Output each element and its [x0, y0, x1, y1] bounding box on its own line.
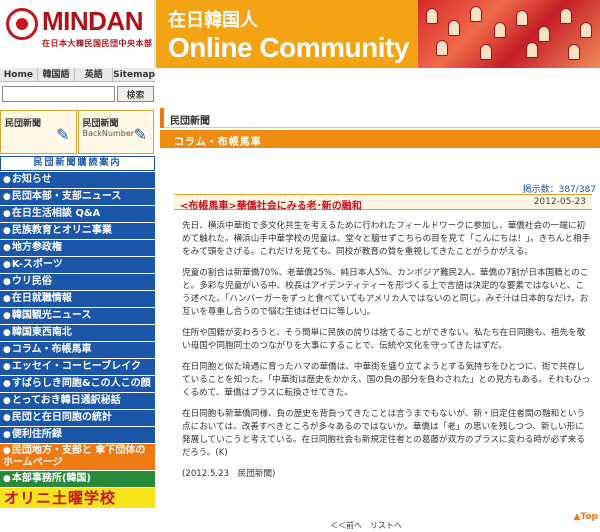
article-date: 2012-05-23: [533, 197, 586, 207]
header-banner: 在日韓国人 Online Community: [156, 0, 600, 68]
fan-figure: [526, 42, 538, 58]
fan-figure: [448, 20, 460, 36]
nav-home[interactable]: Home: [0, 68, 38, 81]
sidebar-item-people[interactable]: すばらしき同胞&この人この顔: [0, 376, 155, 392]
search-bar: 検索: [2, 86, 154, 102]
sidebar-item-branch-news[interactable]: 民団本部・支部ニュース: [0, 189, 155, 205]
fan-figure: [470, 6, 482, 22]
nav-sitemap[interactable]: Sitemap: [113, 68, 155, 81]
nav-korean[interactable]: 韓国語: [38, 68, 76, 81]
fan-figure: [494, 22, 506, 38]
reader-icon: ✎: [133, 125, 147, 144]
article-title: <布帳馬車>華僑社会にみる老･新の融和: [180, 201, 362, 212]
search-input[interactable]: [2, 86, 115, 102]
fan-figure: [568, 44, 580, 60]
sidebar-menu: お知らせ 民団本部・支部ニュース 在日生活相談 Q&A 民族教育とオリニ事業 地…: [0, 172, 155, 508]
mindan-news-banner[interactable]: 民団新聞 ✎: [0, 110, 77, 154]
article-paragraph: 在日同胞と似た境遇に育ったハマの華僑は、中華街を盛り立てようとする気持ちをひとつ…: [182, 362, 591, 398]
section-title: コラム・布帳馬車: [174, 137, 262, 148]
fan-figure: [480, 44, 492, 60]
banner-sublabel: BackNumber: [82, 129, 135, 138]
sidebar-item-addresses[interactable]: 便利住所録: [0, 427, 155, 443]
banner-label: 民団新聞: [5, 119, 42, 129]
mindan-emblem-icon: [6, 8, 38, 40]
sidebar-item-korea[interactable]: 韓国東西南北: [0, 325, 155, 341]
article-paragraph: 在日同胞も新華僑同様、負の歴史を背負ってきたことは言うまでもないが、新・旧定住者…: [182, 409, 586, 458]
fan-figure: [538, 26, 550, 42]
logo[interactable]: MINDAN 在日本大韓民国民団中央本部: [0, 0, 155, 68]
fan-figure: [436, 40, 448, 56]
top-nav: Home 韓国語 英語 Sitemap: [0, 68, 155, 82]
mindan-backnumber-banner[interactable]: 民団新聞 BackNumber ✎: [77, 110, 154, 154]
article-pagination[interactable]: ＜＜前へ リストへ: [330, 520, 402, 531]
nav-english[interactable]: 英語: [75, 68, 114, 81]
sidebar-item-suffrage[interactable]: 地方参政権: [0, 240, 155, 256]
subscription-link[interactable]: 民団新聞購読案内: [0, 156, 155, 171]
banner-label: 民団新聞: [82, 119, 119, 129]
page-title: 民団新聞: [170, 116, 210, 127]
orly-saturday-school-banner[interactable]: オリニ土曜学校: [0, 488, 155, 508]
search-button[interactable]: 検索: [117, 86, 154, 102]
article-source: (2012.5.23 民団新聞): [182, 469, 276, 479]
fan-figure: [580, 22, 592, 38]
main-content: 民団新聞 コラム・布帳馬車 掲示数：387/387 <布帳馬車>華僑社会にみる老…: [160, 86, 600, 532]
reader-icon: ✎: [56, 125, 70, 144]
sidebar-item-life-qa[interactable]: 在日生活相談 Q&A: [0, 206, 155, 222]
sidebar-item-korea-office[interactable]: 本部事務所(韓国): [0, 471, 155, 487]
sidebar-item-folk[interactable]: ウリ民俗: [0, 274, 155, 290]
sidebar-item-interpreter[interactable]: とっておき韓日通訳秘話: [0, 393, 155, 409]
section-bar: コラム・布帳馬車: [160, 130, 600, 148]
banner-subtitle: 在日韓国人: [168, 10, 258, 31]
sidebar-item-notice[interactable]: お知らせ: [0, 172, 155, 188]
fan-figure: [560, 8, 572, 24]
sidebar-item-column[interactable]: コラム・布帳馬車: [0, 342, 155, 358]
sidebar-item-statistics[interactable]: 民団と在日同胞の統計: [0, 410, 155, 426]
sidebar-item-education[interactable]: 民族教育とオリニ事業: [0, 223, 155, 239]
article-paragraph: 先日、横浜中華街で多文化共生を考えるために行われたフィールドワークに参加し、華僑…: [182, 221, 591, 257]
article-paragraph: 住所や国籍が変わろうと、そう簡単に民族の誇りは捨てることができない。私たち在日同…: [182, 328, 586, 351]
back-to-top-link[interactable]: ▲Top: [574, 512, 599, 522]
fan-figure: [426, 8, 438, 24]
sidebar-item-tourism[interactable]: 韓国観光ニュース: [0, 308, 155, 324]
sidebar-item-essay[interactable]: エッセイ・コーヒーブレイク: [0, 359, 155, 375]
tab-marker: [160, 108, 164, 128]
logo-text: MINDAN: [42, 6, 144, 36]
article-body: 先日、横浜中華街で多文化共生を考えるために行われたフィールドワークに参加し、華僑…: [182, 220, 592, 489]
logo-subtitle: 在日本大韓民国民団中央本部: [42, 39, 153, 48]
sidebar-item-local-homepages[interactable]: 民団地方・支部と 傘下団体のホームページ: [0, 444, 155, 470]
sidebar-item-k-sports[interactable]: K-スポーツ: [0, 257, 155, 273]
banner-title: Online Community: [168, 32, 409, 63]
crowd-photo: [418, 0, 600, 68]
article-paragraph: 児童の割合は新華僑70%、老華僑25%、純日本人5%、カンボジア難民2人。華僑の…: [182, 268, 589, 317]
page-tab: 民団新聞: [160, 108, 600, 128]
article-header: <布帳馬車>華僑社会にみる老･新の融和 2012-05-23: [174, 194, 592, 212]
side-banners: 民団新聞 ✎ 民団新聞 BackNumber ✎: [0, 110, 155, 154]
sidebar-item-jobs[interactable]: 在日就職情報: [0, 291, 155, 307]
fan-figure: [516, 10, 528, 26]
